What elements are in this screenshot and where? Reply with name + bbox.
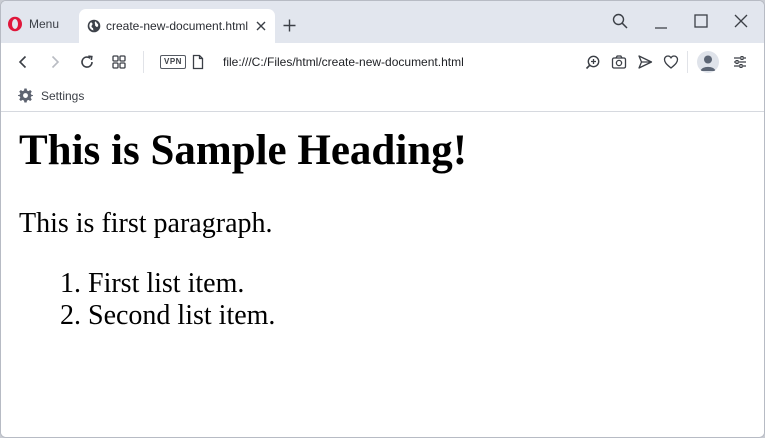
page-content: This is Sample Heading! This is first pa… <box>1 112 764 437</box>
zoom-icon[interactable] <box>585 54 601 70</box>
list-marker: 1. <box>60 268 81 299</box>
opera-logo-icon <box>8 16 22 32</box>
back-icon[interactable] <box>15 54 31 70</box>
camera-icon[interactable] <box>611 54 627 70</box>
ordered-list: 1. First list item. 2. Second list item. <box>60 268 275 332</box>
close-tab-icon[interactable] <box>255 20 267 32</box>
list-item: 2. Second list item. <box>60 300 275 332</box>
gear-icon <box>18 88 33 103</box>
tab-title: create-new-document.html <box>106 19 249 33</box>
globe-icon <box>87 19 101 33</box>
url-field[interactable]: file:///C:/Files/html/create-new-documen… <box>223 55 464 69</box>
bookmark-settings[interactable]: Settings <box>18 88 84 103</box>
search-tabs-icon[interactable] <box>612 13 628 29</box>
vpn-badge[interactable]: VPN <box>160 55 186 69</box>
bookmark-label: Settings <box>41 88 85 103</box>
tab-strip: Menu create-new-document.html <box>1 1 764 43</box>
list-item: 1. First list item. <box>60 268 275 300</box>
tab-snapshot-grid-icon[interactable] <box>111 54 127 70</box>
address-bar: VPN file:///C:/Files/html/create-new-doc… <box>1 43 764 81</box>
list-item-text: First list item. <box>88 268 245 299</box>
list-item-text: Second list item. <box>88 300 276 331</box>
easy-setup-icon[interactable] <box>732 54 748 70</box>
page-heading: This is Sample Heading! <box>19 127 468 174</box>
send-icon[interactable] <box>637 54 653 70</box>
new-tab-icon[interactable] <box>283 19 296 32</box>
browser-window: Menu create-new-document.html VPN file:/… <box>0 0 765 438</box>
menu-label: Menu <box>29 17 60 31</box>
profile-avatar[interactable] <box>697 51 719 73</box>
user-icon <box>700 55 716 71</box>
list-marker: 2. <box>60 300 81 331</box>
maximize-icon[interactable] <box>693 13 709 29</box>
active-tab[interactable]: create-new-document.html <box>79 9 275 43</box>
toolbar-divider <box>687 51 688 73</box>
page-paragraph: This is first paragraph. <box>19 208 273 239</box>
opera-menu-button[interactable]: Menu <box>7 13 59 35</box>
close-window-icon[interactable] <box>733 13 749 29</box>
heart-icon[interactable] <box>663 54 679 70</box>
minimize-icon[interactable] <box>653 15 669 31</box>
forward-icon[interactable] <box>47 54 63 70</box>
toolbar-divider <box>143 51 144 73</box>
bookmarks-bar: Settings <box>1 81 764 112</box>
reload-icon[interactable] <box>79 54 95 70</box>
file-icon <box>192 54 204 70</box>
